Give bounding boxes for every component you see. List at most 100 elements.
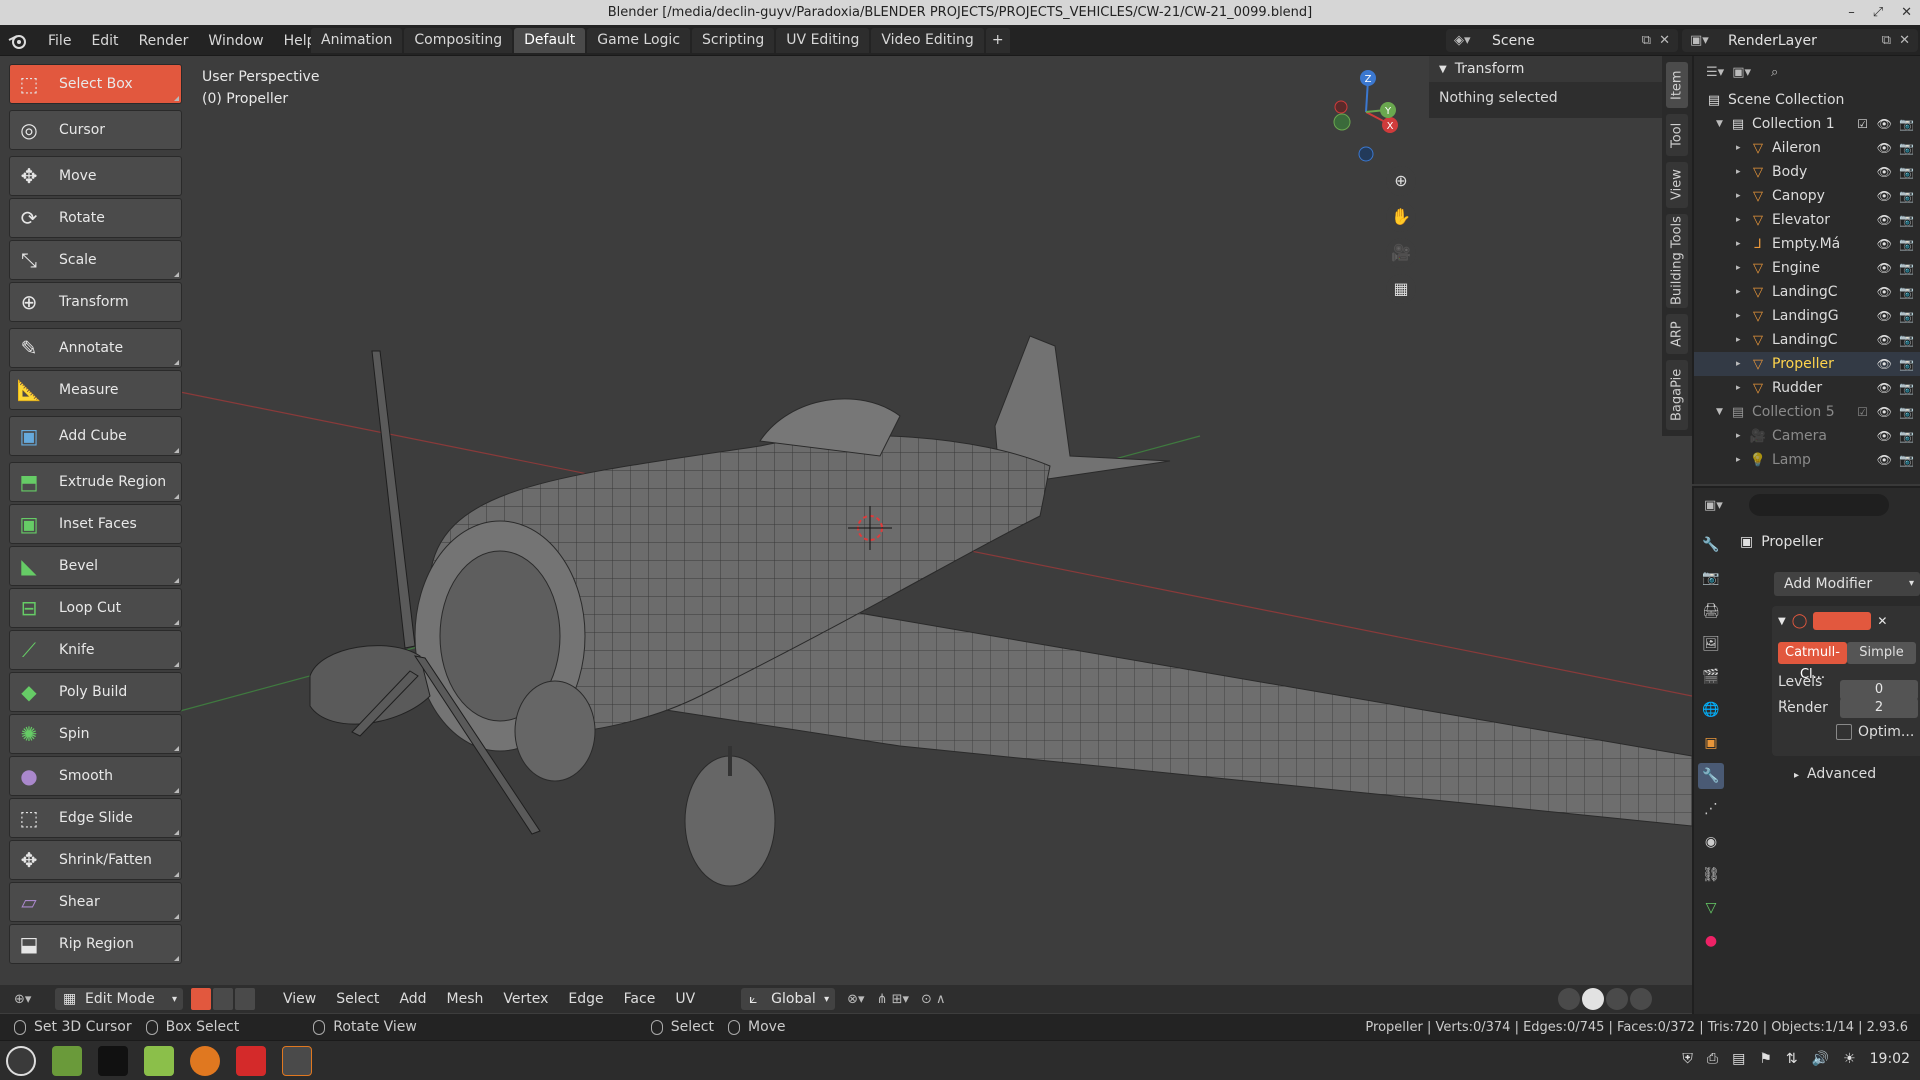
clock[interactable]: 19:02 — [1870, 1051, 1910, 1067]
snap-icon[interactable]: ⋔ ⊞▾ — [877, 992, 909, 1007]
brightness-icon[interactable]: ☀ — [1843, 1051, 1856, 1067]
constraints-icon[interactable]: ⛓ — [1698, 862, 1724, 888]
eye-icon[interactable]: 👁 — [1877, 285, 1892, 299]
outliner-item[interactable]: ▸ ▽ Canopy 👁 📷 — [1694, 184, 1920, 208]
vmenu-uv[interactable]: UV — [665, 991, 705, 1007]
outliner-item[interactable]: ▸ ▽ Engine 👁 📷 — [1694, 256, 1920, 280]
tool-select-box[interactable]: ⬚ Select Box — [9, 64, 182, 104]
eye-icon[interactable]: 👁 — [1877, 453, 1892, 467]
outliner-item[interactable]: ▸ ▽ Body 👁 📷 — [1694, 160, 1920, 184]
camera-icon[interactable]: 📷 — [1899, 261, 1914, 275]
tool-measure[interactable]: 📐 Measure — [9, 370, 182, 410]
menu-render[interactable]: Render — [129, 33, 199, 49]
camera-icon[interactable]: 📷 — [1899, 117, 1914, 131]
collection-row[interactable]: ▼ ▤ Collection 1 ☑ 👁 📷 — [1694, 112, 1920, 136]
outliner-item[interactable]: ▸ ▽ Rudder 👁 📷 — [1694, 376, 1920, 400]
tool-shrink-fatten[interactable]: ✥ Shrink/Fatten — [9, 840, 182, 880]
data-props-icon[interactable]: ▽ — [1698, 895, 1724, 921]
pivot-icon[interactable]: ⊗▾ — [847, 992, 864, 1007]
add-workspace-icon[interactable]: + — [985, 28, 1010, 53]
sidebar-tab-building-tools[interactable]: Building Tools — [1666, 214, 1688, 308]
scene-collection-row[interactable]: ▤ Scene Collection — [1694, 88, 1920, 112]
outliner-search-icon[interactable]: ⌕ — [1771, 65, 1778, 80]
tool-poly-build[interactable]: ◆ Poly Build — [9, 672, 182, 712]
blender-logo-icon[interactable] — [8, 32, 28, 50]
outliner-item[interactable]: ▸ ▽ LandingC 👁 📷 — [1694, 280, 1920, 304]
vmenu-add[interactable]: Add — [389, 991, 436, 1007]
tool-move[interactable]: ✥ Move — [9, 156, 182, 196]
camera-icon[interactable]: 📷 — [1899, 237, 1914, 251]
proportional-edit-icon[interactable]: ⊙ ∧ — [921, 992, 946, 1007]
tool-props-icon[interactable]: 🔧 — [1698, 532, 1724, 558]
camera-icon[interactable]: 📷 — [1899, 357, 1914, 371]
file-manager-icon[interactable] — [52, 1046, 82, 1076]
object-props-icon[interactable]: ▣ — [1698, 730, 1724, 756]
eye-icon[interactable]: 👁 — [1877, 405, 1892, 419]
physics-icon[interactable]: ◉ — [1698, 829, 1724, 855]
tool-bevel[interactable]: ◣ Bevel — [9, 546, 182, 586]
vmenu-view[interactable]: View — [273, 991, 326, 1007]
sidebar-tab-item[interactable]: Item — [1666, 62, 1688, 108]
add-modifier-button[interactable]: Add Modifier ▾ — [1774, 572, 1920, 596]
blender-taskbar-icon[interactable] — [282, 1046, 312, 1076]
camera-icon[interactable]: 📷 — [1899, 213, 1914, 227]
eye-icon[interactable]: 👁 — [1877, 261, 1892, 275]
tool-spin[interactable]: ✺ Spin — [9, 714, 182, 754]
tab-scripting[interactable]: Scripting — [692, 28, 775, 53]
camera-icon[interactable]: 📷 — [1899, 285, 1914, 299]
tool-transform[interactable]: ⊕ Transform — [9, 282, 182, 322]
tool-knife[interactable]: ⟋ Knife — [9, 630, 182, 670]
tab-compositing[interactable]: Compositing — [404, 28, 513, 53]
sidebar-tab-tool[interactable]: Tool — [1666, 114, 1688, 156]
eye-icon[interactable]: 👁 — [1877, 381, 1892, 395]
expand-arrow-icon[interactable]: ▸ — [1794, 770, 1799, 781]
catmull-clark-button[interactable]: Catmull-Cl... — [1778, 642, 1847, 682]
menu-edit[interactable]: Edit — [81, 33, 128, 49]
advanced-subpanel[interactable]: ▸ Advanced — [1794, 766, 1876, 782]
transform-orientation[interactable]: ⟀ Global ▾ — [741, 988, 836, 1010]
camera-icon[interactable]: 📷 — [1899, 453, 1914, 467]
tab-default[interactable]: Default — [514, 28, 586, 53]
world-props-icon[interactable]: 🌐 — [1698, 697, 1724, 723]
camera-icon[interactable]: 📷 — [1899, 333, 1914, 347]
remove-scene-icon[interactable]: ✕ — [1659, 33, 1670, 48]
tool-rip-region[interactable]: ⬓ Rip Region — [9, 924, 182, 964]
shield-icon[interactable]: ⛨ — [1682, 1051, 1693, 1067]
collection-row[interactable]: ▼ ▤ Collection 5 ☑ 👁 📷 — [1694, 400, 1920, 424]
outliner-editor-icon[interactable]: ☰▾ — [1706, 65, 1724, 80]
face-select-icon[interactable] — [235, 988, 255, 1010]
firefox-icon[interactable] — [190, 1046, 220, 1076]
tool-cursor[interactable]: ◎ Cursor — [9, 110, 182, 150]
vmenu-face[interactable]: Face — [614, 991, 666, 1007]
menu-window[interactable]: Window — [198, 33, 273, 49]
edge-select-icon[interactable] — [213, 988, 233, 1010]
outliner-item[interactable]: ▸ 🎥 Camera 👁 📷 — [1694, 424, 1920, 448]
flag-icon[interactable]: ⚑ — [1759, 1051, 1772, 1067]
checkbox-icon[interactable]: ☑ — [1857, 405, 1868, 419]
eye-icon[interactable]: 👁 — [1877, 237, 1892, 251]
eye-icon[interactable]: 👁 — [1877, 189, 1892, 203]
network-icon[interactable]: ⇅ — [1786, 1051, 1798, 1067]
editor-type-icon[interactable]: ⊕▾ — [14, 992, 31, 1007]
3d-viewport[interactable]: User Perspective (0) Propeller — [0, 56, 1692, 1014]
pan-hand-icon[interactable]: ✋ — [1386, 202, 1416, 232]
modifier-props-icon[interactable]: 🔧 — [1698, 763, 1724, 789]
eye-icon[interactable]: 👁 — [1877, 213, 1892, 227]
copy-scene-icon[interactable]: ⧉ — [1642, 33, 1651, 48]
tool-extrude-region[interactable]: ⬒ Extrude Region — [9, 462, 182, 502]
printer-icon[interactable]: ⎙ — [1707, 1051, 1718, 1067]
tab-uv-editing[interactable]: UV Editing — [776, 28, 870, 53]
terminal-icon[interactable] — [98, 1046, 128, 1076]
folder-icon[interactable] — [144, 1046, 174, 1076]
tool-rotate[interactable]: ⟳ Rotate — [9, 198, 182, 238]
camera-icon[interactable]: 📷 — [1899, 165, 1914, 179]
properties-editor-icon[interactable]: ▣▾ — [1704, 498, 1723, 513]
close-icon[interactable]: ✕ — [1901, 0, 1912, 25]
tool-smooth[interactable]: ● Smooth — [9, 756, 182, 796]
transform-panel-header[interactable]: ▼ Transform — [1429, 56, 1669, 82]
display-mode-icon[interactable]: ▣▾ — [1732, 65, 1751, 80]
wireframe-shading-icon[interactable] — [1558, 988, 1580, 1010]
outliner-item[interactable]: ▸ ▽ Aileron 👁 📷 — [1694, 136, 1920, 160]
modifier-visibility-toggles[interactable] — [1813, 612, 1872, 630]
material-props-icon[interactable]: ● — [1698, 928, 1724, 954]
